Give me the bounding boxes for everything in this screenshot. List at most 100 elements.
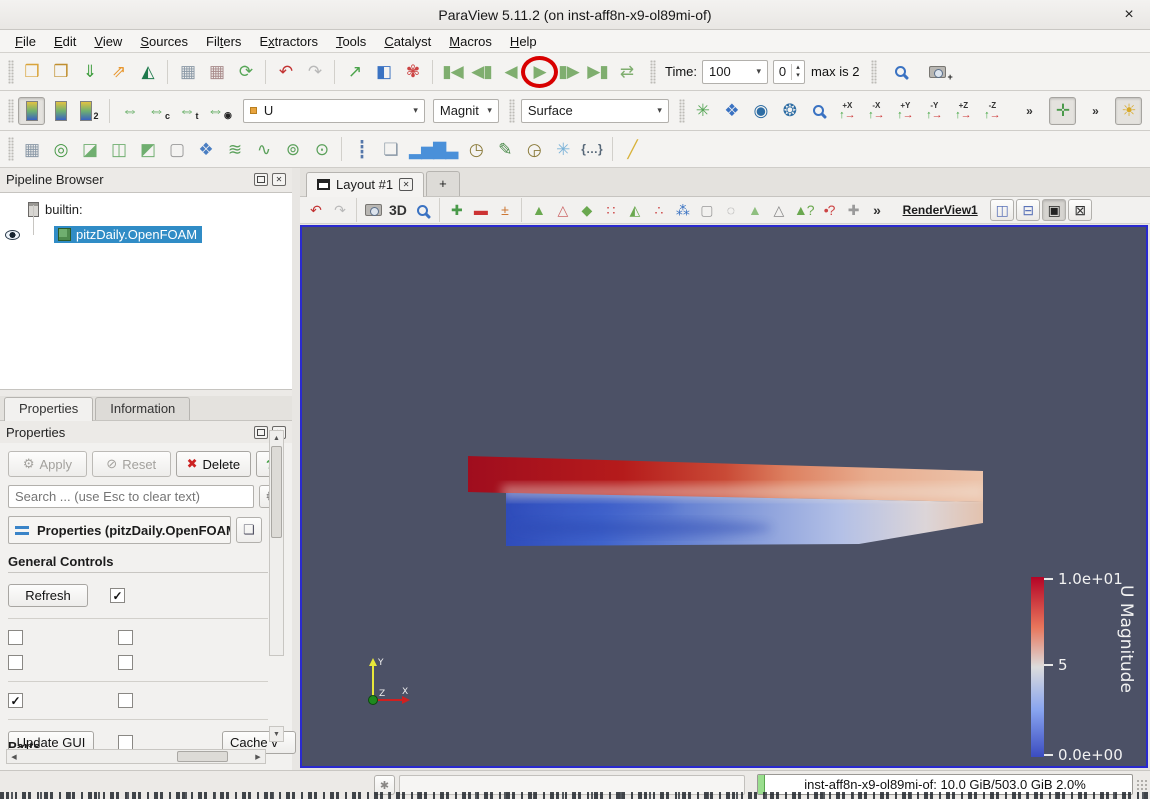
component-combo[interactable]: Magnitude ▾ bbox=[433, 99, 499, 123]
zoom-closest-to-data-button[interactable]: ❂ bbox=[776, 97, 803, 125]
toolbar-handle[interactable] bbox=[871, 60, 877, 84]
checkbox-vtk-polyhedra[interactable]: VTK Polyhedra bbox=[118, 735, 133, 750]
scrollbar-thumb[interactable] bbox=[177, 751, 228, 762]
toolbar-handle[interactable] bbox=[679, 99, 685, 123]
ruler-button[interactable]: ╱ bbox=[619, 135, 646, 163]
toggle-selection-button[interactable]: ± bbox=[493, 199, 516, 222]
maximize-view-button[interactable]: ▣ bbox=[1042, 199, 1066, 221]
vertical-scrollbar[interactable]: ▲ bbox=[269, 430, 284, 656]
tab-properties[interactable]: Properties bbox=[4, 397, 93, 421]
select-points-polygon-button[interactable]: ∴ bbox=[647, 199, 670, 222]
reset-button[interactable]: ⊘ Reset bbox=[92, 451, 171, 477]
toggle-3d-mode-button[interactable]: 3D bbox=[386, 199, 410, 222]
split-horizontal-button[interactable]: ◫ bbox=[990, 199, 1014, 221]
capture-screenshot-button[interactable] bbox=[362, 199, 385, 222]
add-selection-button[interactable]: ✚ bbox=[445, 199, 468, 222]
interactive-select-points-button[interactable]: ◌ bbox=[719, 199, 742, 222]
view-minus-x-button[interactable]: -X↑→ bbox=[863, 97, 890, 125]
light-kit-toggle[interactable]: ☀ bbox=[1115, 97, 1142, 125]
plot-over-line-button[interactable]: ┋ bbox=[348, 135, 375, 163]
source-properties-header[interactable]: Properties (pitzDaily.OpenFOAM bbox=[8, 516, 231, 544]
checkbox-with-zones[interactable]: With Zones bbox=[8, 655, 23, 670]
play-backwards-button[interactable]: ◀ bbox=[497, 58, 524, 86]
query-points-button[interactable]: •? bbox=[818, 199, 841, 222]
query-cells-button[interactable]: ▲? bbox=[791, 199, 817, 222]
auto-apply-toggle[interactable]: ⇗ bbox=[105, 58, 132, 86]
scroll-right-icon[interactable]: ▶ bbox=[251, 753, 265, 761]
last-frame-button[interactable]: ▶▮ bbox=[584, 58, 611, 86]
pipeline-item-pitzdaily[interactable]: pitzDaily.OpenFOAM bbox=[0, 224, 292, 245]
scroll-down-icon[interactable]: ▼ bbox=[269, 726, 284, 742]
contour-button[interactable]: ◎ bbox=[47, 135, 74, 163]
orientation-axes-toggle[interactable]: ✛ bbox=[1049, 97, 1076, 125]
select-cells-through-button[interactable]: ◆ bbox=[575, 199, 598, 222]
export-scene-button[interactable]: ↗ bbox=[341, 58, 368, 86]
view-minus-y-button[interactable]: -Y↑→ bbox=[921, 97, 948, 125]
toolbar-overflow-button-2[interactable]: » bbox=[1082, 97, 1109, 125]
menu-macros[interactable]: Macros bbox=[440, 32, 501, 51]
select-cells-on-button[interactable]: ▲ bbox=[527, 199, 550, 222]
time-value-combo[interactable]: 100 ▾ bbox=[702, 60, 768, 84]
color-palette-button[interactable]: ◧ bbox=[370, 58, 397, 86]
python-calculator-button[interactable]: {…} bbox=[578, 135, 605, 163]
close-tab-icon[interactable]: ✕ bbox=[399, 178, 413, 191]
checkbox-field-to-patch[interactable]: field-to-patch bbox=[118, 693, 133, 708]
edit-palette-button[interactable]: ✾ bbox=[399, 58, 426, 86]
camera-undo-button[interactable]: ↶ bbox=[304, 199, 327, 222]
frame-spinbox[interactable]: 0 ▴ ▾ bbox=[773, 60, 805, 84]
zoom-search-button[interactable] bbox=[887, 58, 914, 86]
redo-button[interactable]: ↷ bbox=[301, 58, 328, 86]
checkbox-with-sets[interactable]: With Sets bbox=[8, 630, 23, 645]
menu-tools[interactable]: Tools bbox=[327, 32, 375, 51]
plot-data-over-time-button[interactable]: ◶ bbox=[520, 135, 547, 163]
toolbar-handle[interactable] bbox=[8, 99, 14, 123]
rescale-temporal-range-button[interactable]: ⇔t bbox=[175, 97, 202, 125]
play-button[interactable]: ▶ bbox=[526, 58, 553, 86]
menu-view[interactable]: View bbox=[85, 32, 131, 51]
select-block-button[interactable]: ⁂ bbox=[671, 199, 694, 222]
separate-color-map-button[interactable]: 2 bbox=[76, 97, 103, 125]
copy-properties-icon[interactable]: ❏ bbox=[236, 517, 262, 543]
clip-button[interactable]: ◪ bbox=[76, 135, 103, 163]
hover-cells-button[interactable]: △ bbox=[767, 199, 790, 222]
view-minus-z-button[interactable]: -Z↑→ bbox=[979, 97, 1006, 125]
select-points-through-button[interactable]: ∷ bbox=[599, 199, 622, 222]
spin-down-icon[interactable]: ▾ bbox=[792, 72, 804, 80]
checkbox-patch-names[interactable]: Patch Names bbox=[118, 655, 133, 670]
view-plus-z-button[interactable]: +Z↑→ bbox=[950, 97, 977, 125]
calculator-button[interactable]: ▦ bbox=[18, 135, 45, 163]
select-cells-polygon-button[interactable]: ◭ bbox=[623, 199, 646, 222]
checkbox-groups-only[interactable]: Groups Only bbox=[118, 630, 133, 645]
pipeline-item-builtin[interactable]: builtin: bbox=[0, 199, 292, 220]
toggle-color-legend-button[interactable] bbox=[18, 97, 45, 125]
toolbar-handle[interactable] bbox=[509, 99, 515, 123]
menu-file[interactable]: File bbox=[6, 32, 45, 51]
temporal-interpolator-button[interactable]: ✳ bbox=[549, 135, 576, 163]
undock-icon[interactable] bbox=[254, 426, 268, 439]
group-datasets-button[interactable]: ⊚ bbox=[279, 135, 306, 163]
menu-extractors[interactable]: Extractors bbox=[250, 32, 327, 51]
horizontal-scrollbar[interactable]: ◀ ▶ bbox=[6, 749, 266, 764]
rescale-visible-range-button[interactable]: ⇔◉ bbox=[204, 97, 235, 125]
abort-icon[interactable]: ✱ bbox=[374, 775, 395, 795]
representation-combo[interactable]: Surface ▾ bbox=[521, 99, 669, 123]
close-view-button[interactable]: ⊠ bbox=[1068, 199, 1092, 221]
histogram-button[interactable]: ▂▅▇▃ bbox=[406, 135, 460, 163]
menu-filters[interactable]: Filters bbox=[197, 32, 250, 51]
toolbar-handle[interactable] bbox=[8, 60, 14, 84]
extract-selection-button[interactable]: ❏ bbox=[377, 135, 404, 163]
window-close-button[interactable]: × bbox=[1118, 4, 1140, 26]
save-state-button[interactable]: ❒ bbox=[47, 58, 74, 86]
toolbar-handle[interactable] bbox=[8, 137, 14, 161]
toolbar-overflow-button[interactable]: » bbox=[1016, 97, 1043, 125]
selected-pipeline-item[interactable]: pitzDaily.OpenFOAM bbox=[54, 226, 202, 243]
view-toolbar-overflow-button[interactable]: » bbox=[866, 199, 889, 222]
view-plus-x-button[interactable]: +X↑→ bbox=[834, 97, 861, 125]
apply-button[interactable]: ⚙ Apply bbox=[8, 451, 87, 477]
interactive-select-cells-button[interactable]: ▲ bbox=[743, 199, 766, 222]
camera-redo-button[interactable]: ↷ bbox=[328, 199, 351, 222]
zoom-to-data-button[interactable]: ❖ bbox=[718, 97, 745, 125]
menu-help[interactable]: Help bbox=[501, 32, 546, 51]
refresh-button[interactable]: Refresh bbox=[8, 584, 88, 607]
subtract-selection-button[interactable]: ▬ bbox=[469, 199, 492, 222]
